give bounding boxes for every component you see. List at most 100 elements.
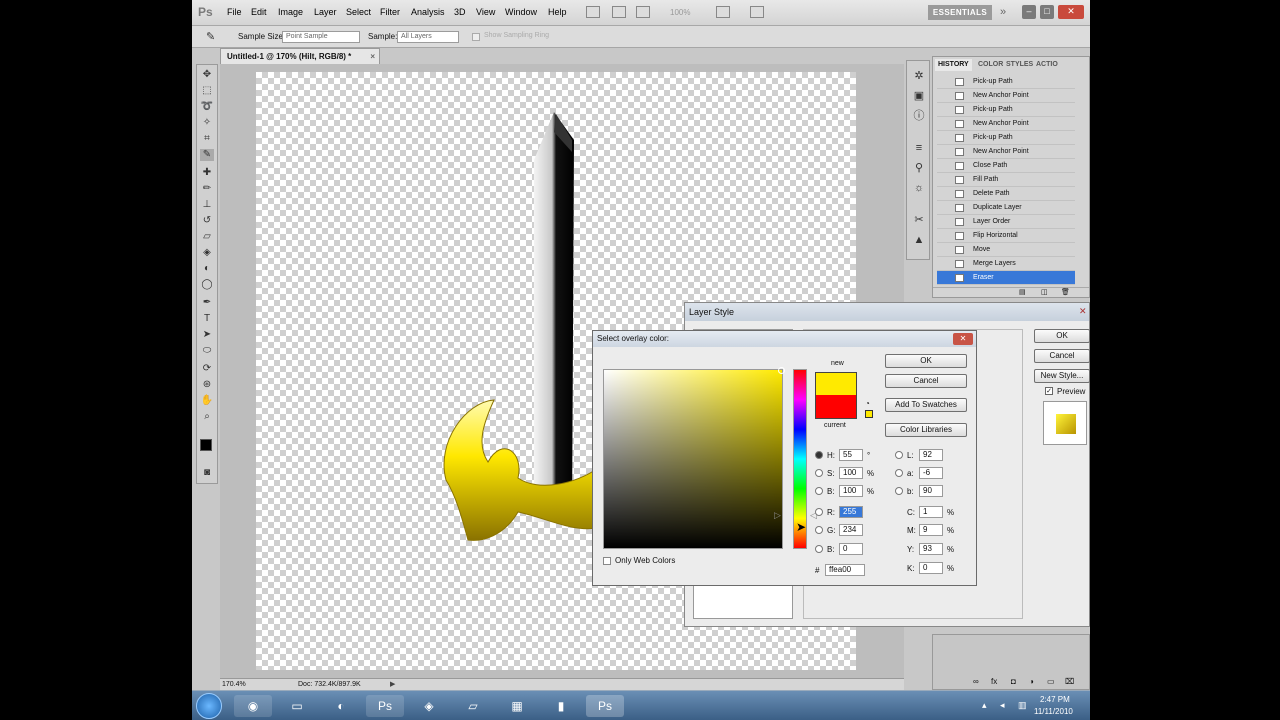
- workspace-essentials-button[interactable]: ESSENTIALS: [928, 5, 992, 20]
- hex-input[interactable]: ffea00: [825, 564, 865, 576]
- menu-file[interactable]: File: [227, 7, 242, 17]
- web-safe-swatch[interactable]: [865, 410, 873, 418]
- tab-history[interactable]: HISTORY: [935, 59, 972, 71]
- document-tab[interactable]: Untitled-1 @ 170% (Hilt, RGB/8) * ×: [220, 48, 380, 64]
- info-icon[interactable]: ⓘ: [912, 109, 926, 123]
- folder-app-icon[interactable]: ▱: [454, 695, 492, 717]
- history-row[interactable]: New Anchor Point: [937, 117, 1075, 131]
- layer-style-close-icon[interactable]: ✕: [1079, 306, 1087, 317]
- stamp-tool-icon[interactable]: ⊥: [200, 199, 214, 211]
- lab-a-radio[interactable]: [895, 469, 903, 477]
- history-row[interactable]: New Anchor Point: [937, 145, 1075, 159]
- snapshot-icon[interactable]: ◫: [1041, 288, 1048, 296]
- menu-filter[interactable]: Filter: [380, 7, 400, 17]
- blue-radio[interactable]: [815, 545, 823, 553]
- sample-size-select[interactable]: Point Sample: [282, 31, 360, 43]
- folder-icon[interactable]: ▭: [1047, 677, 1055, 686]
- history-row[interactable]: New Anchor Point: [937, 89, 1075, 103]
- crop-tool-icon[interactable]: ⌗: [200, 133, 214, 145]
- tray-volume-icon[interactable]: ◂: [1000, 700, 1005, 711]
- view-extras-icon[interactable]: [636, 6, 650, 18]
- cyan-input[interactable]: 1: [919, 506, 943, 518]
- history-row[interactable]: Fill Path: [937, 173, 1075, 187]
- hand-tool-icon[interactable]: ✋: [200, 395, 214, 407]
- eyedropper-icon[interactable]: ✎: [206, 30, 215, 43]
- color-field-marker[interactable]: [778, 367, 785, 374]
- adjustments-icon[interactable]: ☼: [912, 181, 926, 195]
- double-chevron-icon[interactable]: »: [1000, 6, 1006, 18]
- foreground-color-swatch[interactable]: [200, 439, 212, 451]
- lab-b-input[interactable]: 90: [919, 485, 943, 497]
- hue-radio[interactable]: [815, 451, 823, 459]
- healing-tool-icon[interactable]: ✚: [200, 167, 214, 179]
- 3d-orbit-icon[interactable]: ⊛: [200, 379, 214, 391]
- close-icon[interactable]: ✕: [1058, 5, 1084, 19]
- fx-icon[interactable]: fx: [991, 677, 997, 686]
- brightness-radio[interactable]: [815, 487, 823, 495]
- blue-input[interactable]: 0: [839, 543, 863, 555]
- magenta-input[interactable]: 9: [919, 524, 943, 536]
- layer-style-cancel-button[interactable]: Cancel: [1034, 349, 1090, 363]
- chrome-icon[interactable]: ◉: [234, 695, 272, 717]
- tab-close-icon[interactable]: ×: [370, 49, 375, 64]
- color-picker-close-icon[interactable]: ✕: [953, 333, 973, 345]
- green-radio[interactable]: [815, 526, 823, 534]
- history-row[interactable]: Pick-up Path: [937, 75, 1075, 89]
- status-arrow-icon[interactable]: ▶: [390, 679, 395, 690]
- tab-color[interactable]: COLOR: [975, 59, 1006, 71]
- maximize-icon[interactable]: □: [1040, 5, 1054, 19]
- lab-a-input[interactable]: -6: [919, 467, 943, 479]
- lab-l-input[interactable]: 92: [919, 449, 943, 461]
- sample-select[interactable]: All Layers: [397, 31, 459, 43]
- yellow-input[interactable]: 93: [919, 543, 943, 555]
- network-app-icon[interactable]: ◈: [410, 695, 448, 717]
- move-tool-icon[interactable]: ✥: [200, 69, 214, 81]
- clock-time[interactable]: 2:47 PM: [1040, 695, 1070, 704]
- arrange-docs-icon[interactable]: [716, 6, 730, 18]
- link-icon[interactable]: ∞: [973, 677, 979, 686]
- mask-icon[interactable]: ◘: [1011, 677, 1016, 686]
- saturation-brightness-field[interactable]: [603, 367, 785, 549]
- menu-window[interactable]: Window: [505, 7, 537, 17]
- notes-app-icon[interactable]: ▦: [498, 695, 536, 717]
- layer-trash-icon[interactable]: ⌧: [1065, 677, 1074, 686]
- blur-tool-icon[interactable]: ◐: [200, 263, 214, 275]
- current-color-swatch[interactable]: [815, 395, 857, 419]
- history-row[interactable]: Pick-up Path: [937, 103, 1075, 117]
- menu-image[interactable]: Image: [278, 7, 303, 17]
- eraser-tool-icon[interactable]: ▱: [200, 231, 214, 243]
- tab-actions[interactable]: ACTIO: [1033, 59, 1061, 71]
- start-button-icon[interactable]: [196, 693, 222, 719]
- path-select-icon[interactable]: ➤: [200, 329, 214, 341]
- brushes-icon[interactable]: ≡: [912, 141, 926, 155]
- explorer-icon[interactable]: ▭: [278, 695, 316, 717]
- show-ring-checkbox[interactable]: [472, 33, 480, 41]
- red-input[interactable]: 255: [839, 506, 863, 518]
- screen-mode-icon[interactable]: [750, 6, 764, 18]
- zoom-tool-icon[interactable]: ⌕: [200, 411, 214, 423]
- adjust-icon[interactable]: ◑: [1029, 677, 1034, 686]
- video-app-icon[interactable]: ▮: [542, 695, 580, 717]
- menu-layer[interactable]: Layer: [314, 7, 337, 17]
- quick-mask-icon[interactable]: ◙: [200, 467, 214, 479]
- tray-network-icon[interactable]: ▥: [1018, 700, 1027, 711]
- clone-source-icon[interactable]: ⚲: [912, 161, 926, 175]
- only-web-colors-checkbox[interactable]: [603, 557, 611, 565]
- menu-3d[interactable]: 3D: [454, 7, 466, 17]
- zoom-status[interactable]: 170.4%: [222, 679, 246, 690]
- tray-flag-icon[interactable]: ▴: [982, 700, 987, 711]
- history-brush-icon[interactable]: ↺: [200, 215, 214, 227]
- history-row[interactable]: Close Path: [937, 159, 1075, 173]
- histogram-icon[interactable]: ▣: [912, 89, 926, 103]
- layer-comps-icon[interactable]: ▲: [912, 233, 926, 247]
- history-row[interactable]: Eraser: [937, 271, 1075, 285]
- menu-edit[interactable]: Edit: [251, 7, 267, 17]
- hue-input[interactable]: 55: [839, 449, 863, 461]
- picker-cancel-button[interactable]: Cancel: [885, 374, 967, 388]
- menu-view[interactable]: View: [476, 7, 495, 17]
- lab-b-radio[interactable]: [895, 487, 903, 495]
- brightness-input[interactable]: 100: [839, 485, 863, 497]
- eyedropper-tool-icon[interactable]: ✎: [200, 149, 214, 161]
- history-row[interactable]: Flip Horizontal: [937, 229, 1075, 243]
- tab-styles[interactable]: STYLES: [1003, 59, 1036, 71]
